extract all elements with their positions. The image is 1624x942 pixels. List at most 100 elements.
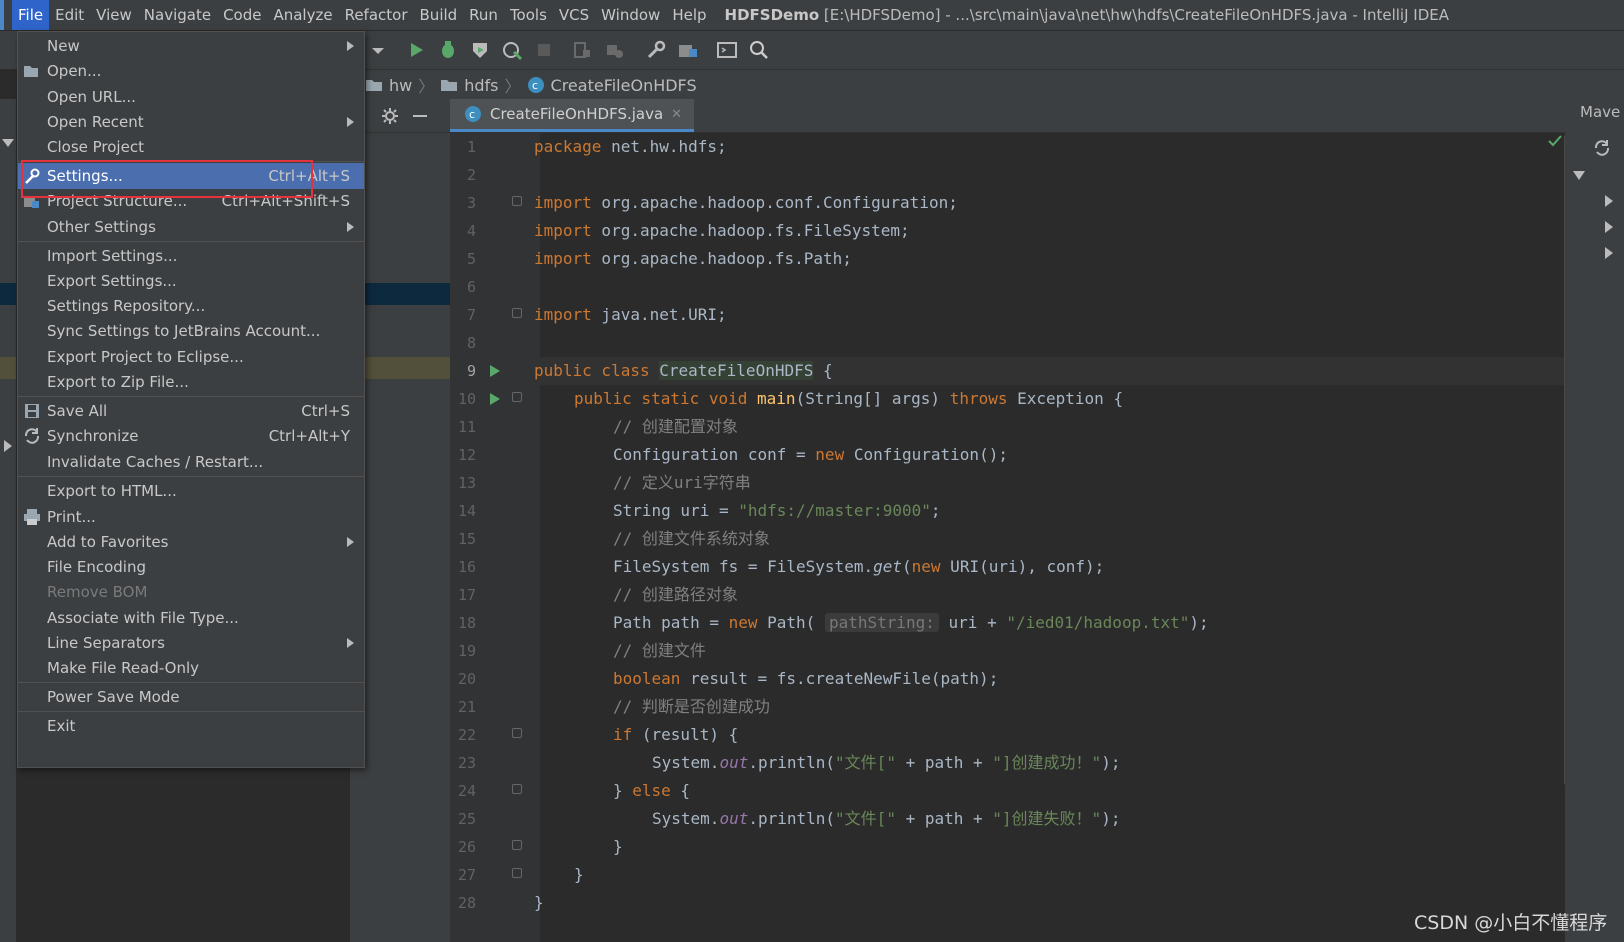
menu-help[interactable]: Help — [666, 0, 712, 30]
collapse-arrow-icon[interactable] — [1605, 221, 1613, 233]
project-structure-icon[interactable] — [677, 39, 699, 61]
breadcrumb-class[interactable]: c CreateFileOnHDFS — [527, 76, 697, 95]
class-icon: c — [465, 106, 481, 122]
code-line: if (result) { — [613, 725, 739, 744]
close-icon[interactable]: ✕ — [671, 107, 682, 122]
menu-item-sync-settings[interactable]: Sync Settings to JetBrains Account... — [18, 318, 364, 344]
menu-item-import-settings[interactable]: Import Settings... — [18, 243, 364, 269]
menu-build[interactable]: Build — [414, 0, 464, 30]
menu-item-settings-repository[interactable]: Settings Repository... — [18, 293, 364, 319]
parameter-hint: pathString: — [824, 613, 939, 632]
fold-icon[interactable] — [512, 784, 522, 794]
line-number: 6 — [466, 278, 476, 296]
debug-icon[interactable] — [437, 39, 459, 61]
menu-item-synchronize[interactable]: Synchronize Ctrl+Alt+Y — [18, 423, 364, 449]
submenu-arrow-icon — [347, 638, 354, 648]
fold-icon[interactable] — [512, 308, 522, 318]
line-number: 27 — [457, 866, 476, 884]
menu-vcs[interactable]: VCS — [553, 0, 595, 30]
breadcrumb-label: hw — [389, 75, 413, 95]
line-number: 1 — [466, 138, 476, 156]
menu-view[interactable]: View — [90, 0, 138, 30]
menu-item-open-recent[interactable]: Open Recent — [18, 109, 364, 135]
fold-icon[interactable] — [512, 392, 522, 402]
menu-item-associate-file-type[interactable]: Associate with File Type... — [18, 605, 364, 631]
menu-item-export-settings[interactable]: Export Settings... — [18, 268, 364, 294]
menu-item-export-eclipse[interactable]: Export Project to Eclipse... — [18, 344, 364, 370]
menu-code[interactable]: Code — [217, 0, 267, 30]
collapse-icon[interactable] — [410, 106, 430, 126]
folder-icon — [441, 80, 458, 91]
collapse-arrow-icon[interactable] — [1605, 247, 1613, 259]
code-line: import org.apache.hadoop.fs.Path; — [534, 249, 852, 268]
refresh-icon[interactable] — [1593, 139, 1611, 157]
fold-icon[interactable] — [512, 728, 522, 738]
terminal-icon[interactable] — [716, 39, 738, 61]
maven-panel-label[interactable]: Mave — [1580, 103, 1620, 121]
collapse-arrow-icon — [4, 440, 12, 452]
fold-icon[interactable] — [512, 868, 522, 878]
search-icon[interactable] — [748, 39, 770, 61]
coverage-icon[interactable] — [469, 39, 491, 61]
synchronize-icon — [24, 428, 40, 444]
menu-item-file-encoding[interactable]: File Encoding — [18, 554, 364, 580]
menu-item-exit[interactable]: Exit — [18, 713, 364, 739]
line-number: 22 — [457, 726, 476, 744]
collapse-arrow-icon[interactable] — [1605, 195, 1613, 207]
breadcrumb-hdfs[interactable]: hdfs 〉 — [440, 73, 521, 97]
line-number: 7 — [466, 306, 476, 324]
menu-item-open-url[interactable]: Open URL... — [18, 84, 364, 110]
run-icon[interactable] — [405, 39, 427, 61]
run-main-icon[interactable] — [488, 392, 502, 406]
menu-item-export-html[interactable]: Export to HTML... — [18, 478, 364, 504]
line-number: 18 — [457, 614, 476, 632]
menu-item-export-zip[interactable]: Export to Zip File... — [18, 369, 364, 395]
wrench-icon[interactable] — [645, 39, 667, 61]
menu-edit[interactable]: Edit — [49, 0, 90, 30]
code-line: } — [613, 837, 623, 856]
menu-item-make-read-only[interactable]: Make File Read-Only — [18, 655, 364, 681]
menu-window[interactable]: Window — [595, 0, 666, 30]
line-number: 28 — [457, 894, 476, 912]
menu-file[interactable]: File — [12, 0, 50, 30]
menu-item-add-to-favorites[interactable]: Add to Favorites — [18, 529, 364, 555]
expand-arrow-icon[interactable] — [1573, 171, 1585, 180]
line-number: 17 — [457, 586, 476, 604]
line-number: 2 — [466, 166, 476, 184]
save-icon — [25, 404, 39, 418]
fold-icon[interactable] — [512, 196, 522, 206]
run-config-dropdown[interactable] — [367, 39, 389, 61]
build-icon[interactable] — [571, 39, 593, 61]
menu-run[interactable]: Run — [463, 0, 504, 30]
annotation-highlight-box — [21, 160, 313, 198]
expand-arrow-icon — [2, 139, 14, 147]
menu-refactor[interactable]: Refactor — [339, 0, 414, 30]
line-number: 12 — [457, 446, 476, 464]
menu-item-print[interactable]: Print... — [18, 504, 364, 530]
menu-item-line-separators[interactable]: Line Separators — [18, 630, 364, 656]
app-icon — [0, 0, 4, 30]
code-comment: // 判断是否创建成功 — [613, 697, 770, 716]
run-class-icon[interactable] — [488, 364, 502, 378]
menu-item-invalidate-caches[interactable]: Invalidate Caches / Restart... — [18, 449, 364, 475]
breadcrumb-hw[interactable]: hw 〉 — [365, 73, 434, 97]
menu-item-close-project[interactable]: Close Project — [18, 134, 364, 160]
attach-icon[interactable] — [603, 39, 625, 61]
menu-item-open[interactable]: Open... — [18, 58, 364, 84]
code-editor[interactable]: package net.hw.hdfs; import org.apache.h… — [534, 133, 1565, 942]
menu-item-power-save-mode[interactable]: Power Save Mode — [18, 684, 364, 710]
fold-icon[interactable] — [512, 840, 522, 850]
stop-icon[interactable] — [533, 39, 555, 61]
gear-icon[interactable] — [380, 106, 400, 126]
line-number: 8 — [466, 334, 476, 352]
tab-createfileonhdfs[interactable]: c CreateFileOnHDFS.java ✕ — [450, 99, 695, 132]
print-icon — [24, 509, 40, 525]
line-number: 23 — [457, 754, 476, 772]
menu-item-other-settings[interactable]: Other Settings — [18, 214, 364, 240]
menu-item-new[interactable]: New — [18, 33, 364, 59]
menu-tools[interactable]: Tools — [504, 0, 553, 30]
menu-navigate[interactable]: Navigate — [138, 0, 217, 30]
menu-analyze[interactable]: Analyze — [267, 0, 338, 30]
menu-item-save-all[interactable]: Save All Ctrl+S — [18, 398, 364, 424]
profile-icon[interactable] — [501, 39, 523, 61]
